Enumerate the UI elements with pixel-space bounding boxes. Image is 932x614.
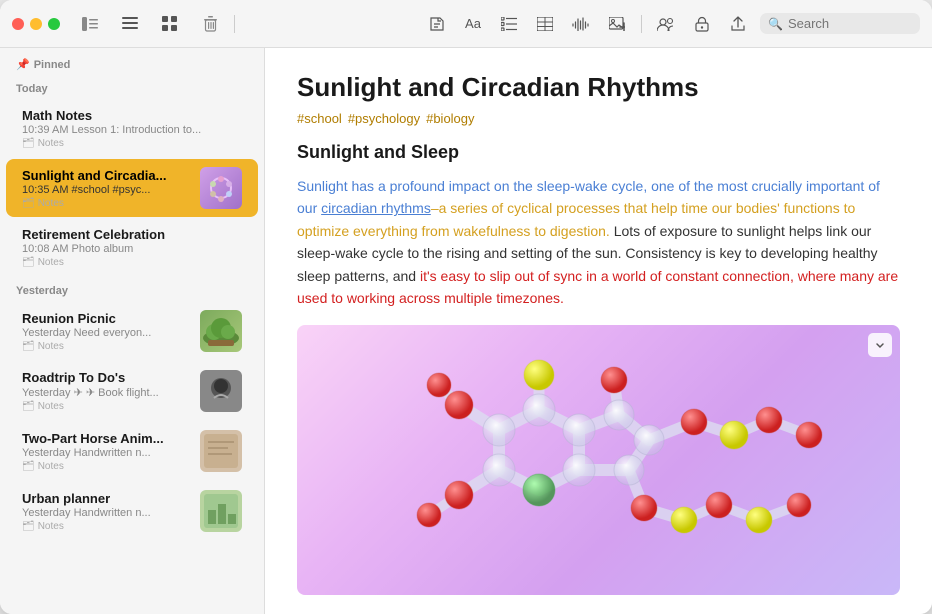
delete-icon[interactable] bbox=[196, 10, 224, 38]
note-text: Roadtrip To Do's Yesterday ✈ ✈ Book flig… bbox=[22, 370, 192, 412]
molecule-image bbox=[297, 325, 900, 595]
note-thumbnail bbox=[200, 370, 242, 412]
app-window: Aa bbox=[0, 0, 932, 614]
note-folder: 🗂 Notes bbox=[22, 401, 192, 412]
note-meta: Yesterday Handwritten n... bbox=[22, 507, 192, 519]
new-note-icon[interactable] bbox=[423, 10, 451, 38]
note-meta: Yesterday Need everyon... bbox=[22, 327, 192, 339]
folder-icon: 🗂 bbox=[22, 461, 35, 472]
note-folder: 🗂 Notes bbox=[22, 138, 242, 149]
note-title: Two-Part Horse Anim... bbox=[22, 431, 192, 446]
minimize-button[interactable] bbox=[30, 18, 42, 30]
folder-icon: 🗂 bbox=[22, 138, 35, 149]
note-item[interactable]: Retirement Celebration 10:08 AM Photo al… bbox=[6, 219, 258, 276]
note-text: Two-Part Horse Anim... Yesterday Handwri… bbox=[22, 431, 192, 472]
note-meta: 10:39 AM Lesson 1: Introduction to... bbox=[22, 124, 242, 136]
note-title: Roadtrip To Do's bbox=[22, 370, 192, 385]
tag-school: #school bbox=[297, 111, 342, 126]
collab-icon[interactable] bbox=[652, 10, 680, 38]
image-expand-button[interactable] bbox=[868, 333, 892, 357]
note-item[interactable]: Math Notes 10:39 AM Lesson 1: Introducti… bbox=[6, 100, 258, 157]
note-title: Math Notes bbox=[22, 108, 242, 123]
note-text: Urban planner Yesterday Handwritten n...… bbox=[22, 491, 192, 532]
note-thumbnail bbox=[200, 490, 242, 532]
sidebar: 📌 Pinned Today Math Notes 10:39 AM Lesso… bbox=[0, 48, 265, 614]
note-folder: 🗂 Notes bbox=[22, 521, 192, 532]
note-item[interactable]: Two-Part Horse Anim... Yesterday Handwri… bbox=[6, 422, 258, 480]
note-main-title: Sunlight and Circadian Rhythms bbox=[297, 72, 900, 103]
media-icon[interactable] bbox=[603, 10, 631, 38]
section-header-yesterday: Yesterday bbox=[0, 277, 264, 301]
section-header-today: Today bbox=[0, 75, 264, 99]
sidebar-toggle-icon[interactable] bbox=[76, 10, 104, 38]
note-title: Reunion Picnic bbox=[22, 311, 192, 326]
note-item-selected[interactable]: Sunlight and Circadia... 10:35 AM #schoo… bbox=[6, 159, 258, 217]
note-meta: Yesterday ✈ ✈ Book flight... bbox=[22, 386, 192, 399]
pin-icon: 📌 bbox=[16, 58, 30, 71]
pinned-section: 📌 Pinned bbox=[0, 48, 264, 75]
note-tags: #school #psychology #biology bbox=[297, 111, 900, 126]
grid-view-icon[interactable] bbox=[156, 10, 184, 38]
search-bar[interactable]: 🔍 bbox=[760, 13, 920, 34]
note-text: Math Notes 10:39 AM Lesson 1: Introducti… bbox=[22, 108, 242, 149]
toolbar-separator bbox=[234, 15, 235, 33]
folder-icon: 🗂 bbox=[22, 198, 35, 209]
note-folder: 🗂 Notes bbox=[22, 461, 192, 472]
traffic-lights bbox=[12, 18, 60, 30]
folder-icon: 🗂 bbox=[22, 401, 35, 412]
tag-psychology: #psychology bbox=[348, 111, 420, 126]
note-thumbnail bbox=[200, 430, 242, 472]
folder-icon: 🗂 bbox=[22, 257, 35, 268]
folder-icon: 🗂 bbox=[22, 521, 35, 532]
share-icon[interactable] bbox=[724, 10, 752, 38]
note-section-title: Sunlight and Sleep bbox=[297, 142, 900, 163]
tag-biology: #biology bbox=[426, 111, 474, 126]
titlebar-left-tools bbox=[76, 10, 224, 38]
note-body-text: Sunlight has a profound impact on the sl… bbox=[297, 175, 900, 309]
list-view-icon[interactable] bbox=[116, 10, 144, 38]
titlebar-right-tools: Aa bbox=[423, 10, 920, 38]
search-icon: 🔍 bbox=[768, 17, 783, 31]
table-icon[interactable] bbox=[531, 10, 559, 38]
note-content: Sunlight and Circadian Rhythms #school #… bbox=[265, 48, 932, 614]
search-input[interactable] bbox=[788, 16, 908, 31]
note-text: Retirement Celebration 10:08 AM Photo al… bbox=[22, 227, 242, 268]
note-text: Reunion Picnic Yesterday Need everyon...… bbox=[22, 311, 192, 352]
note-title: Urban planner bbox=[22, 491, 192, 506]
note-area: Sunlight and Circadian Rhythms #school #… bbox=[265, 48, 932, 614]
close-button[interactable] bbox=[12, 18, 24, 30]
waveform-icon[interactable] bbox=[567, 10, 595, 38]
body-text-default-3: and bbox=[389, 268, 420, 284]
note-item[interactable]: Reunion Picnic Yesterday Need everyon...… bbox=[6, 302, 258, 360]
note-title: Sunlight and Circadia... bbox=[22, 168, 192, 183]
maximize-button[interactable] bbox=[48, 18, 60, 30]
checklist-icon[interactable] bbox=[495, 10, 523, 38]
note-meta: Yesterday Handwritten n... bbox=[22, 447, 192, 459]
toolbar-separator-2 bbox=[641, 15, 642, 33]
folder-icon: 🗂 bbox=[22, 341, 35, 352]
note-meta: 10:08 AM Photo album bbox=[22, 243, 242, 255]
note-folder: 🗂 Notes bbox=[22, 257, 242, 268]
main-content: 📌 Pinned Today Math Notes 10:39 AM Lesso… bbox=[0, 48, 932, 614]
note-thumbnail bbox=[200, 167, 242, 209]
format-icon[interactable]: Aa bbox=[459, 10, 487, 38]
note-title: Retirement Celebration bbox=[22, 227, 242, 242]
pinned-label: 📌 Pinned bbox=[16, 58, 248, 71]
note-image-container bbox=[297, 325, 900, 595]
note-folder: 🗂 Notes bbox=[22, 198, 192, 209]
note-item[interactable]: Roadtrip To Do's Yesterday ✈ ✈ Book flig… bbox=[6, 362, 258, 420]
body-text-blue-link: circadian rhythms bbox=[321, 200, 431, 216]
lock-icon[interactable] bbox=[688, 10, 716, 38]
note-thumbnail bbox=[200, 310, 242, 352]
note-text: Sunlight and Circadia... 10:35 AM #schoo… bbox=[22, 168, 192, 209]
titlebar: Aa bbox=[0, 0, 932, 48]
note-meta: 10:35 AM #school #psyc... bbox=[22, 184, 192, 196]
note-item[interactable]: Urban planner Yesterday Handwritten n...… bbox=[6, 482, 258, 540]
note-folder: 🗂 Notes bbox=[22, 341, 192, 352]
